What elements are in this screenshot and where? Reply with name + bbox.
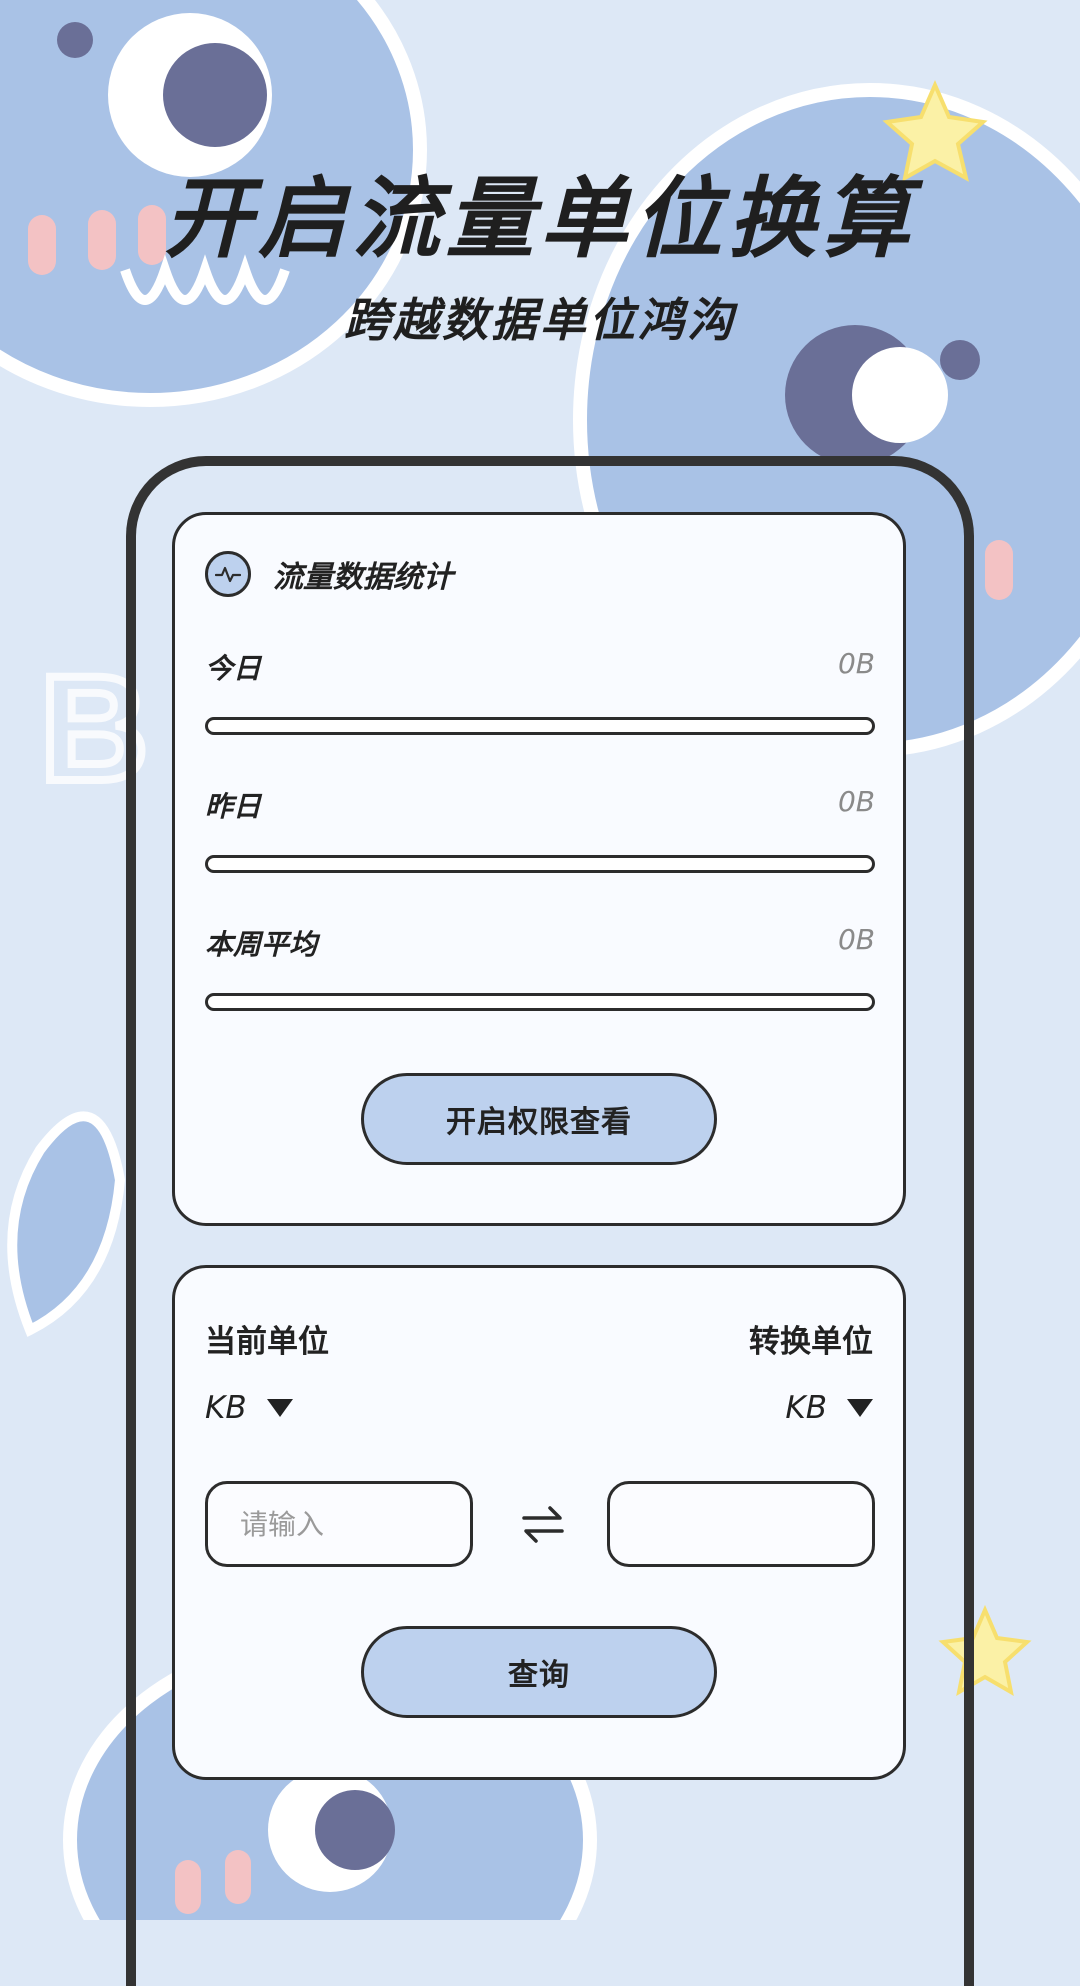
dropdown-arrow-icon bbox=[266, 1399, 293, 1417]
value-input[interactable] bbox=[205, 1481, 473, 1567]
stat-label: 昨日 bbox=[205, 790, 262, 823]
unit-converter-card: 当前单位 转换单位 KB KB 查询 bbox=[172, 1265, 906, 1780]
headline: 开启流量单位换算 bbox=[163, 167, 916, 270]
stat-value: 0B bbox=[837, 923, 875, 956]
progress-bar bbox=[205, 717, 875, 735]
pulse-icon bbox=[205, 551, 251, 597]
result-output[interactable] bbox=[607, 1481, 875, 1567]
current-unit-dropdown[interactable]: KB bbox=[205, 1390, 293, 1426]
current-unit-label: 当前单位 bbox=[205, 1324, 329, 1360]
stat-label: 今日 bbox=[205, 652, 262, 685]
stat-value: 0B bbox=[837, 647, 875, 680]
stat-value: 0B bbox=[837, 785, 875, 818]
card-header: 流量数据统计 bbox=[205, 551, 453, 597]
swap-arrows-icon[interactable] bbox=[520, 1504, 566, 1544]
target-unit-value: KB bbox=[785, 1390, 827, 1426]
stat-label: 本周平均 bbox=[205, 928, 318, 961]
subheadline: 跨越数据单位鸿沟 bbox=[344, 293, 736, 347]
enable-permission-button[interactable]: 开启权限查看 bbox=[361, 1073, 717, 1165]
progress-bar bbox=[205, 993, 875, 1011]
query-button[interactable]: 查询 bbox=[361, 1626, 717, 1718]
target-unit-label: 转换单位 bbox=[749, 1324, 873, 1360]
target-unit-dropdown[interactable]: KB bbox=[785, 1390, 873, 1426]
traffic-stats-card: 流量数据统计 今日 0B 昨日 0B 本周平均 0B 开启权限查看 bbox=[172, 512, 906, 1226]
dropdown-arrow-icon bbox=[847, 1399, 873, 1417]
card-title: 流量数据统计 bbox=[273, 560, 453, 595]
progress-bar bbox=[205, 855, 875, 873]
current-unit-value: KB bbox=[205, 1390, 247, 1426]
